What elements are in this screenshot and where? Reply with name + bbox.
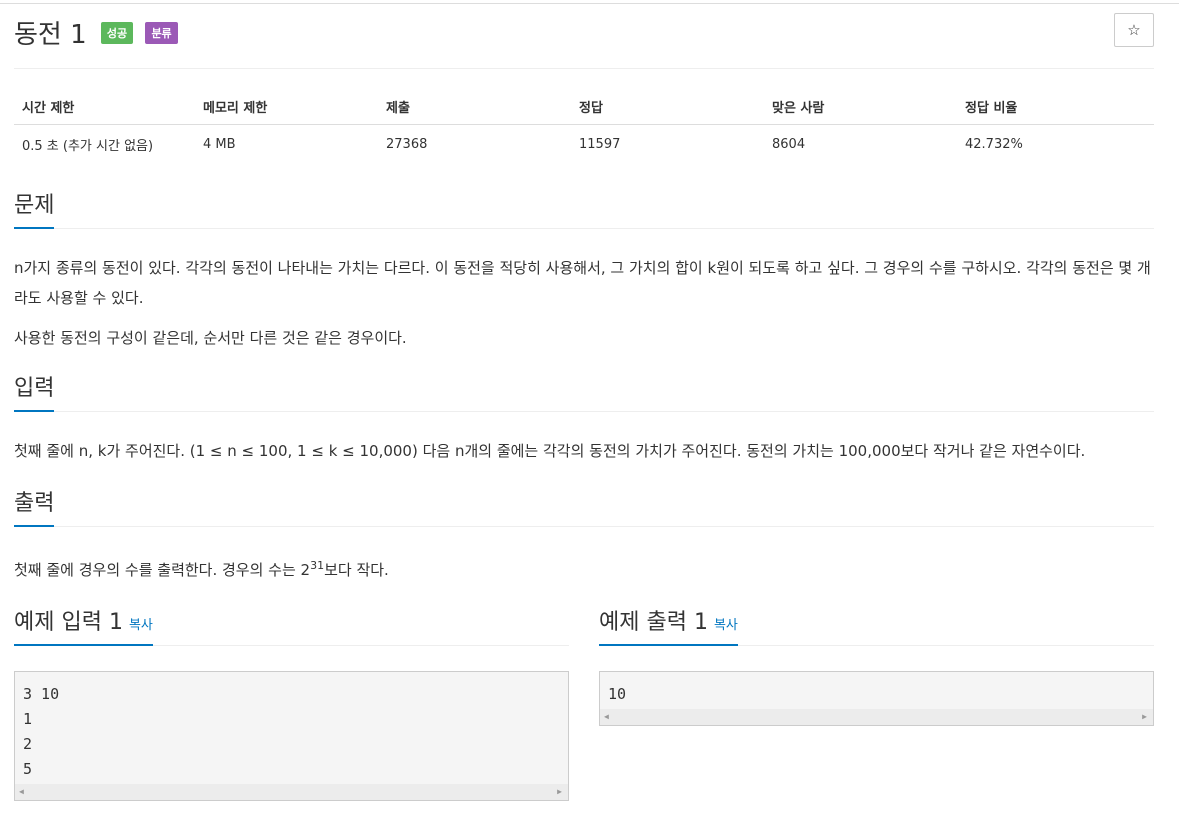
problem-section-header: 문제 bbox=[14, 186, 1154, 229]
header-accepted: 정답 bbox=[571, 89, 764, 125]
output-description: 첫째 줄에 경우의 수를 출력한다. 경우의 수는 231보다 작다. bbox=[14, 551, 1154, 585]
memory-limit-value: 4 MB bbox=[203, 137, 236, 152]
info-value-row: 0.5 초 (추가 시간 없음) 4 MB 27368 11597 8604 4… bbox=[14, 125, 1154, 165]
scroll-left-icon[interactable]: ◀ bbox=[19, 787, 24, 796]
output-text-before: 첫째 줄에 경우의 수를 출력한다. 경우의 수는 2 bbox=[14, 561, 311, 579]
solvers-value: 8604 bbox=[772, 137, 806, 152]
problem-paragraph: n가지 종류의 동전이 있다. 각각의 동전이 나타내는 가치는 다르다. 이 … bbox=[14, 259, 1151, 307]
success-badge: 성공 bbox=[100, 21, 134, 44]
sample-output-header: 예제 출력 1 복사 bbox=[599, 603, 1154, 646]
problem-page: 동전 1 성공 분류 ☆ 시간 제한 메모리 제한 제출 정답 맞은 사람 정답… bbox=[14, 0, 1154, 803]
problem-paragraph: 사용한 동전의 구성이 같은데, 순서만 다른 것은 같은 경우이다. bbox=[14, 329, 407, 347]
sample-input-box[interactable]: 3 10 1 2 5 ◀ ▶ bbox=[14, 671, 569, 801]
header-submissions: 제출 bbox=[378, 89, 571, 125]
favorite-button[interactable]: ☆ bbox=[1114, 13, 1154, 47]
sample-output-text: 10 bbox=[608, 685, 627, 703]
scroll-left-icon[interactable]: ◀ bbox=[604, 712, 609, 721]
horizontal-scrollbar[interactable]: ◀ ▶ bbox=[600, 709, 1153, 725]
sample-output-heading: 예제 출력 1 복사 bbox=[599, 604, 738, 646]
problem-heading: 문제 bbox=[14, 187, 55, 229]
copy-input-button[interactable]: 복사 bbox=[129, 618, 153, 633]
sample-input-header: 예제 입력 1 복사 bbox=[14, 603, 569, 646]
sample-output-box[interactable]: 10 ◀ ▶ bbox=[599, 671, 1154, 726]
output-exponent: 31 bbox=[310, 559, 325, 572]
scroll-right-icon[interactable]: ▶ bbox=[1142, 712, 1147, 721]
input-heading: 입력 bbox=[14, 370, 55, 412]
sample-output-title: 예제 출력 1 bbox=[599, 610, 708, 635]
star-icon: ☆ bbox=[1127, 21, 1141, 39]
header-time-limit: 시간 제한 bbox=[14, 89, 195, 125]
problem-title: 동전 1 bbox=[14, 20, 87, 50]
input-description: 첫째 줄에 n, k가 주어진다. (1 ≤ n ≤ 100, 1 ≤ k ≤ … bbox=[14, 436, 1154, 466]
samples-area: 예제 입력 1 복사 3 10 1 2 5 ◀ ▶ 예제 출력 1 복사 10 ◀ … bbox=[14, 603, 1154, 803]
output-text-after: 보다 작다. bbox=[324, 561, 389, 579]
sample-input-text: 3 10 1 2 5 bbox=[23, 685, 60, 778]
header-ratio: 정답 비율 bbox=[957, 89, 1154, 125]
category-badge[interactable]: 분류 bbox=[145, 21, 178, 44]
copy-output-button[interactable]: 복사 bbox=[714, 618, 738, 633]
problem-info-table: 시간 제한 메모리 제한 제출 정답 맞은 사람 정답 비율 0.5 초 (추가… bbox=[14, 89, 1154, 164]
header-memory-limit: 메모리 제한 bbox=[195, 89, 378, 125]
problem-description: n가지 종류의 동전이 있다. 각각의 동전이 나타내는 가치는 다르다. 이 … bbox=[14, 253, 1154, 353]
input-section-header: 입력 bbox=[14, 369, 1154, 412]
accepted-value: 11597 bbox=[579, 137, 621, 152]
horizontal-scrollbar[interactable]: ◀ ▶ bbox=[15, 784, 568, 800]
output-section-header: 출력 bbox=[14, 484, 1154, 527]
title-row: 동전 1 성공 분류 ☆ bbox=[14, 0, 1154, 69]
header-solvers: 맞은 사람 bbox=[764, 89, 957, 125]
sample-output-column: 예제 출력 1 복사 10 ◀ ▶ bbox=[599, 603, 1154, 726]
output-paragraph: 첫째 줄에 경우의 수를 출력한다. 경우의 수는 231보다 작다. bbox=[14, 551, 1154, 585]
submissions-value: 27368 bbox=[386, 137, 428, 152]
info-header-row: 시간 제한 메모리 제한 제출 정답 맞은 사람 정답 비율 bbox=[14, 89, 1154, 125]
sample-input-heading: 예제 입력 1 복사 bbox=[14, 604, 153, 646]
sample-input-column: 예제 입력 1 복사 3 10 1 2 5 ◀ ▶ bbox=[14, 603, 569, 801]
time-limit-value: 0.5 초 (추가 시간 없음) bbox=[22, 139, 154, 154]
output-heading: 출력 bbox=[14, 485, 55, 527]
input-paragraph: 첫째 줄에 n, k가 주어진다. (1 ≤ n ≤ 100, 1 ≤ k ≤ … bbox=[14, 442, 1086, 460]
sample-input-title: 예제 입력 1 bbox=[14, 610, 123, 635]
scroll-right-icon[interactable]: ▶ bbox=[557, 787, 562, 796]
ratio-value: 42.732% bbox=[965, 137, 1023, 152]
page-title: 동전 1 성공 분류 bbox=[14, 14, 178, 51]
